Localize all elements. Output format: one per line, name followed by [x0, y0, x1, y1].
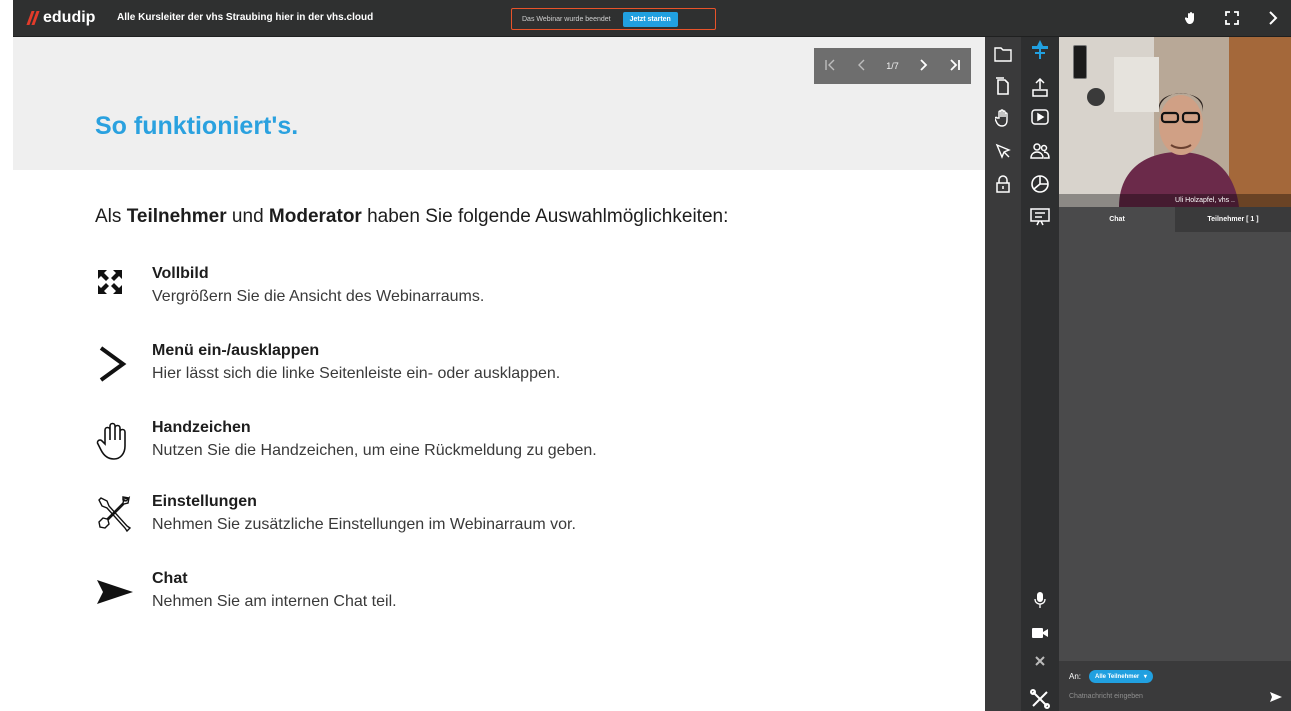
feature-title: Handzeichen [152, 419, 251, 436]
first-slide-icon[interactable] [824, 59, 836, 74]
slide-pager: 1/7 [814, 48, 971, 84]
webcam-feed-image [1059, 37, 1291, 207]
feature-title: Menü ein-/ausklappen [152, 342, 320, 359]
feature-description: Nehmen Sie am internen Chat teil. [152, 593, 397, 610]
feature-menu-toggle: Menü ein-/ausklappen Hier lässt sich die… [95, 342, 560, 386]
logo-mark-icon [26, 11, 41, 25]
intro-bold-moderator: Moderator [268, 206, 362, 227]
close-icon[interactable] [1030, 651, 1050, 671]
intro-bold-participant: Teilnehmer [126, 206, 227, 227]
chevron-down-icon: ▾ [1143, 674, 1147, 680]
collapse-menu-icon[interactable] [1265, 10, 1281, 26]
raise-hand-top-icon[interactable] [1183, 10, 1199, 26]
feature-chat: Chat Nehmen Sie am internen Chat teil. [95, 570, 397, 614]
feature-title: Chat [152, 570, 188, 587]
brand-name: edudip [43, 9, 96, 26]
course-title: Alle Kursleiter der vhs Straubing hier i… [117, 12, 374, 23]
pointer-icon[interactable] [993, 141, 1013, 161]
feature-description: Nehmen Sie zusätzliche Einstellungen im … [152, 516, 576, 533]
fullscreen-icon [95, 265, 143, 309]
chat-compose-area: An: Alle Teilnehmer ▾ Chatnachricht eing… [1059, 661, 1291, 711]
whiteboard-icon[interactable] [1030, 207, 1050, 227]
intro-prefix: Als [95, 206, 127, 227]
webinar-status-box: Das Webinar wurde beendet Jetzt starten [511, 8, 716, 30]
webinar-window: edudip Alle Kursleiter der vhs Straubing… [13, 0, 1291, 711]
toolbar-right [1021, 37, 1059, 711]
feature-description: Vergrößern Sie die Ansicht des Webinarra… [152, 288, 485, 305]
feature-title: Einstellungen [152, 493, 257, 510]
documents-icon[interactable] [993, 76, 1013, 96]
hand-icon [95, 419, 143, 463]
chevron-right-icon [95, 342, 143, 386]
participant-name-label: Uli Holzapfel, vhs .. [1059, 194, 1291, 207]
intro-mid: und [226, 206, 269, 227]
tab-chat[interactable]: Chat [1059, 207, 1175, 232]
feature-hand-raise: Handzeichen Nutzen Sie die Handzeichen, … [95, 419, 597, 463]
feature-description: Hier lässt sich die linke Seitenleiste e… [152, 365, 561, 382]
edudip-logo: edudip [26, 9, 96, 27]
top-bar: edudip Alle Kursleiter der vhs Straubing… [13, 0, 1291, 37]
broadcast-icon[interactable] [1030, 40, 1050, 60]
slide-title: So funktioniert's. [95, 112, 299, 140]
next-slide-icon[interactable] [919, 58, 929, 74]
prev-slide-icon[interactable] [856, 59, 866, 74]
microphone-icon[interactable] [1030, 590, 1050, 610]
chat-tabs: Chat Teilnehmer [ 1 ] [1059, 207, 1291, 232]
feature-settings: Einstellungen Nehmen Sie zusätzliche Ein… [95, 493, 576, 537]
upload-icon[interactable] [1030, 78, 1050, 98]
hand-icon[interactable] [993, 108, 1013, 128]
participant-video: Uli Holzapfel, vhs .. [1059, 37, 1291, 207]
lock-icon[interactable] [993, 174, 1013, 194]
tools-icon [95, 493, 143, 537]
recipient-select[interactable]: Alle Teilnehmer ▾ [1089, 670, 1153, 683]
top-actions [1183, 10, 1281, 26]
presentation-slide: 1/7 So funktioniert's. Als Teilnehmer un… [13, 37, 985, 711]
send-icon[interactable] [1269, 690, 1283, 709]
camera-icon[interactable] [1030, 623, 1050, 643]
start-now-button[interactable]: Jetzt starten [622, 11, 678, 27]
feature-fullscreen: Vollbild Vergrößern Sie die Ansicht des … [95, 265, 484, 309]
toolbar-left [985, 37, 1021, 711]
slide-counter: 1/7 [886, 61, 899, 71]
recipient-value: Alle Teilnehmer [1095, 674, 1140, 680]
fullscreen-icon[interactable] [1224, 10, 1240, 26]
send-icon [95, 570, 143, 614]
participants-icon[interactable] [1030, 141, 1050, 161]
webinar-status-text: Das Webinar wurde beendet [522, 15, 611, 23]
intro-suffix: haben Sie folgende Auswahlmöglichkeiten: [361, 206, 729, 227]
slide-intro: Als Teilnehmer und Moderator haben Sie f… [95, 206, 728, 228]
poll-icon[interactable] [1030, 174, 1050, 194]
feature-description: Nutzen Sie die Handzeichen, um eine Rück… [152, 442, 597, 459]
video-player-icon[interactable] [1030, 107, 1050, 127]
last-slide-icon[interactable] [949, 58, 961, 74]
tab-participants[interactable]: Teilnehmer [ 1 ] [1175, 207, 1291, 232]
recipient-label: An: [1069, 672, 1082, 681]
chat-message-input[interactable]: Chatnachricht eingeben [1069, 693, 1143, 700]
video-controls-overlay[interactable] [1073, 45, 1087, 79]
feature-title: Vollbild [152, 265, 209, 282]
slide-header: 1/7 So funktioniert's. [13, 37, 985, 170]
settings-tools-icon[interactable] [1030, 689, 1050, 709]
folder-icon[interactable] [993, 44, 1013, 64]
